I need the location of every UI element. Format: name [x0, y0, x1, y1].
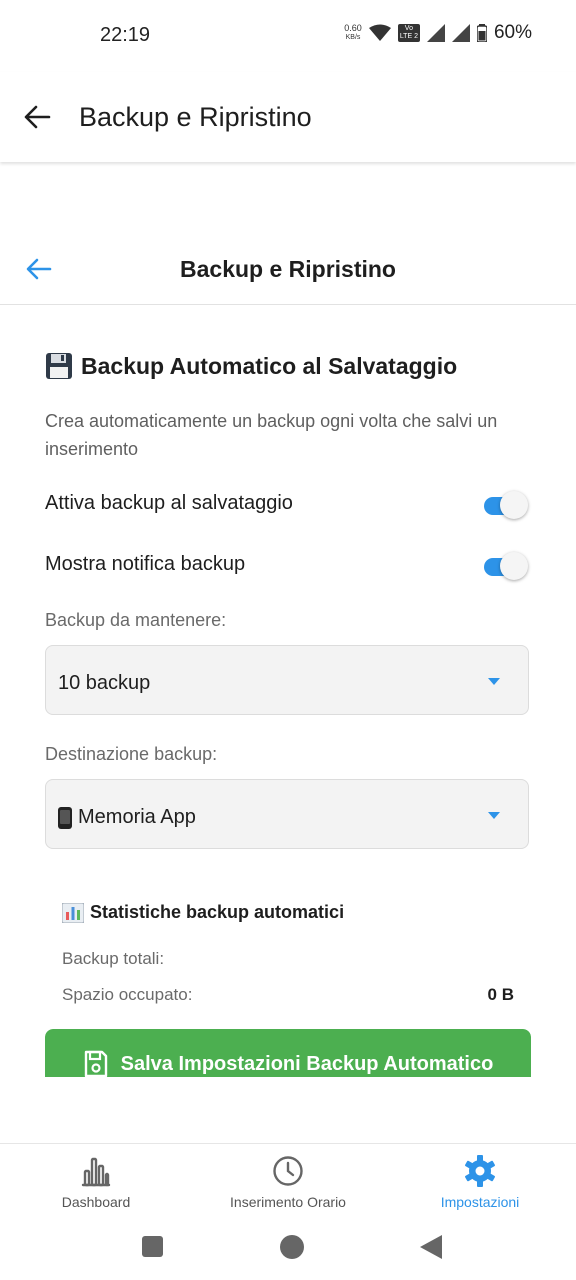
toggle-notify-label: Mostra notifica backup: [45, 553, 246, 575]
toggle-backup-notification[interactable]: [482, 550, 528, 582]
dropdown-caret-icon: [488, 678, 500, 685]
nav-inserimento-orario[interactable]: Inserimento Orario: [192, 1154, 384, 1210]
status-icons: 0.60 KB/s Vo LTE 2 60%: [344, 22, 532, 44]
system-navigation-bar: [0, 1222, 576, 1280]
net-speed: 0.60 KB/s: [344, 23, 362, 42]
inner-back-arrow-icon[interactable]: [24, 254, 54, 284]
auto-backup-section-title: Backup Automatico al Salvataggio: [45, 352, 457, 380]
stats-total-row: Backup totali:: [62, 949, 165, 968]
signal-icon: [426, 24, 445, 42]
app-bar-title: Backup e Ripristino: [79, 102, 312, 132]
dropdown-caret-icon: [488, 812, 500, 819]
toggle-save-label: Attiva backup al salvataggio: [45, 492, 293, 514]
save-icon: [84, 1050, 107, 1077]
bar-chart-icon: [81, 1157, 111, 1187]
wifi-icon: [368, 24, 391, 41]
home-icon[interactable]: [280, 1235, 304, 1259]
destination-select[interactable]: Memoria App: [45, 779, 529, 849]
lte-badge: Vo LTE 2: [397, 24, 420, 42]
app-bar: Backup e Ripristino: [0, 72, 576, 162]
toggle-backup-on-save[interactable]: [482, 489, 528, 521]
signal-icon-2: [451, 24, 470, 42]
back-arrow-icon[interactable]: [22, 102, 52, 132]
battery-percent: 60%: [493, 22, 532, 43]
stats-space-row: Spazio occupato: 0 B: [62, 985, 514, 1004]
destination-value: Memoria App: [58, 806, 196, 829]
gear-icon: [465, 1155, 495, 1187]
recent-apps-icon[interactable]: [142, 1236, 163, 1257]
destination-label: Destinazione backup:: [45, 744, 218, 764]
save-button-container: Salva Impostazioni Backup Automatico: [45, 1029, 531, 1077]
keep-backups-value: 10 backup: [58, 672, 151, 694]
clock-icon: [273, 1156, 303, 1186]
status-time: 22:19: [100, 24, 151, 46]
floppy-disk-icon: [46, 353, 72, 379]
save-auto-backup-button[interactable]: Salva Impostazioni Backup Automatico: [45, 1029, 531, 1077]
keep-backups-label: Backup da mantenere:: [45, 610, 227, 630]
auto-backup-description: Crea automaticamente un backup ogni volt…: [45, 411, 498, 459]
stats-space-value: 0 B: [487, 985, 514, 1004]
mobile-phone-icon: [58, 806, 72, 829]
nav-dashboard[interactable]: Dashboard: [0, 1154, 192, 1210]
status-bar: 22:19 0.60 KB/s Vo LTE 2 60%: [0, 0, 576, 72]
battery-icon: [476, 24, 487, 42]
inner-header-title: Backup e Ripristino: [180, 256, 396, 282]
stats-title: Statistiche backup automatici: [62, 902, 344, 923]
keep-backups-select[interactable]: 10 backup: [45, 645, 529, 715]
inner-header: Backup e Ripristino: [0, 236, 576, 305]
nav-impostazioni[interactable]: Impostazioni: [384, 1154, 576, 1210]
bottom-navigation: Dashboard Inserimento Orario Impostazion…: [0, 1143, 576, 1224]
bar-chart-emoji-icon: [62, 902, 84, 923]
system-back-icon[interactable]: [420, 1235, 442, 1259]
